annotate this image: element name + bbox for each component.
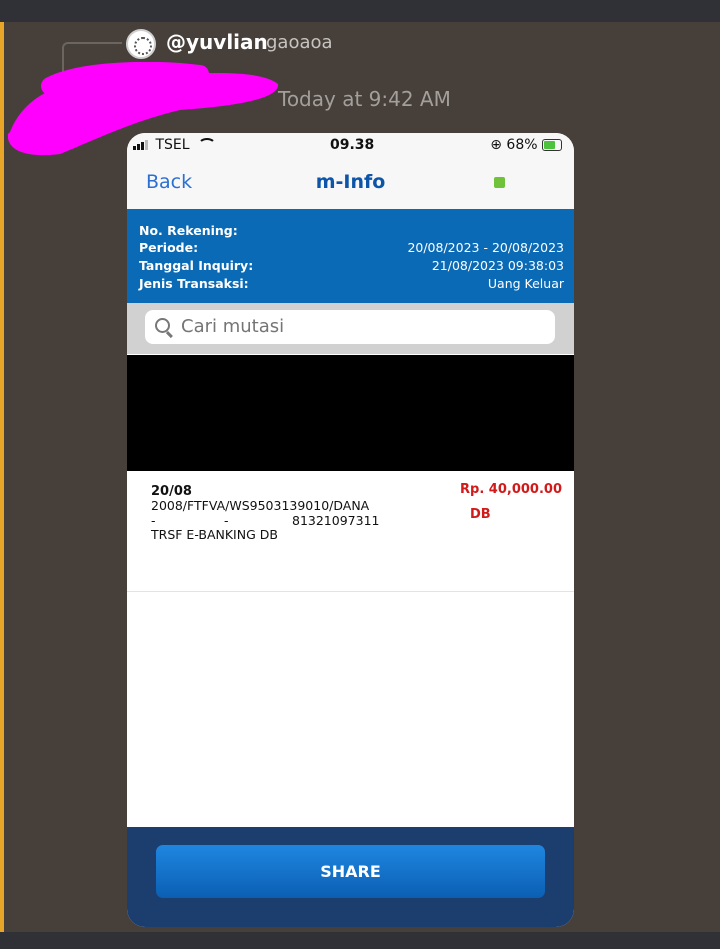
wifi-icon	[198, 138, 216, 152]
battery-percent: 68%	[506, 137, 538, 153]
account-info-panel: No. Rekening: Periode: 20/08/2023 - 20/0…	[127, 209, 574, 303]
transaction-amount: Rp. 40,000.00	[460, 482, 562, 497]
transaction-type: DB	[470, 507, 491, 522]
battery-icon	[542, 139, 562, 151]
nav-bar: Back m-Info	[127, 157, 574, 210]
info-value: 21/08/2023 09:38:03	[431, 258, 564, 273]
info-row-rekening: No. Rekening:	[139, 223, 564, 239]
info-value: 20/08/2023 - 20/08/2023	[407, 240, 564, 255]
info-label: No. Rekening:	[139, 223, 238, 238]
phone-screenshot: TSEL 09.38 ⊕ 68% Back m-Info No. Rekenin…	[127, 133, 574, 927]
search-input[interactable]	[181, 316, 541, 337]
share-button[interactable]: SHARE	[156, 845, 545, 898]
info-row-periode: Periode: 20/08/2023 - 20/08/2023	[139, 240, 564, 256]
redacted-block	[127, 355, 574, 471]
info-value: Uang Keluar	[487, 276, 564, 291]
footer-bar: SHARE	[127, 827, 574, 927]
info-label: Periode:	[139, 240, 199, 255]
bottom-bar	[0, 932, 720, 949]
status-time: 09.38	[330, 137, 375, 153]
carrier-label: TSEL	[155, 137, 190, 153]
signal-icon	[133, 140, 151, 150]
search-bar	[127, 303, 574, 354]
reply-preview-text[interactable]: gaoaoa	[266, 32, 333, 53]
info-row-jenis: Jenis Transaksi: Uang Keluar	[139, 276, 564, 292]
transaction-number: 81321097311	[292, 513, 380, 528]
transaction-ref: 2008/FTFVA/WS9503139010/DANA	[151, 498, 370, 513]
info-label: Tanggal Inquiry:	[139, 258, 254, 273]
info-label: Jenis Transaksi:	[139, 276, 249, 291]
transaction-date: 20/08	[151, 484, 192, 499]
transaction-desc: TRSF E-BANKING DB	[151, 527, 278, 542]
transaction-row[interactable]: 20/08 2008/FTFVA/WS9503139010/DANA - - 8…	[127, 471, 574, 592]
transaction-dash: -	[224, 513, 229, 528]
search-box[interactable]	[145, 310, 555, 344]
search-icon	[155, 318, 170, 333]
info-row-tanggal: Tanggal Inquiry: 21/08/2023 09:38:03	[139, 258, 564, 274]
battery: ⊕ 68%	[490, 137, 562, 153]
reply-avatar[interactable]	[126, 29, 156, 59]
reply-username[interactable]: @yuvlian	[166, 30, 268, 54]
top-bar	[0, 0, 720, 22]
status-bar: TSEL 09.38 ⊕ 68%	[127, 133, 574, 157]
rotation-lock-icon: ⊕	[490, 137, 502, 153]
transaction-dash: -	[151, 513, 156, 528]
status-indicator-icon	[494, 177, 505, 188]
page-title: m-Info	[315, 171, 386, 193]
carrier: TSEL	[133, 137, 216, 153]
message-timestamp: Today at 9:42 AM	[278, 87, 451, 111]
